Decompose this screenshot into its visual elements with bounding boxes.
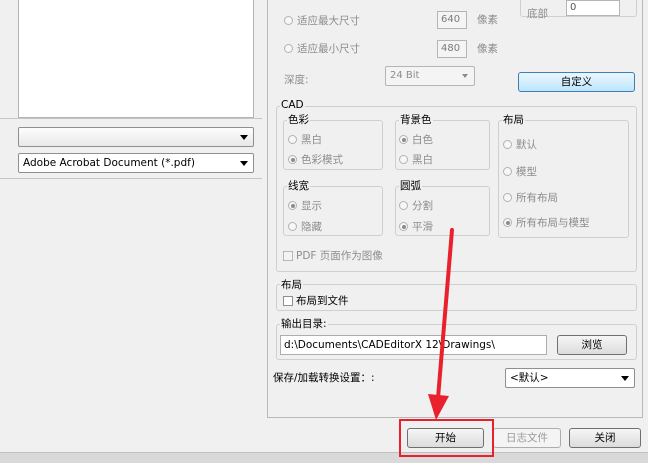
browse-button[interactable]: 浏览 (557, 335, 627, 355)
linewidth-show-label: 显示 (301, 200, 322, 212)
radio-dot-selected (399, 222, 408, 231)
layout-default-radio[interactable]: 默认 (503, 137, 537, 152)
pdf-as-image-label: PDF 页面作为图像 (296, 250, 383, 262)
close-button[interactable]: 关闭 (569, 428, 641, 448)
cad-layout-title: 布局 (502, 114, 525, 126)
fit-min-radio[interactable]: 适应最小尺寸 (284, 41, 360, 56)
checkbox-box (283, 250, 293, 261)
chevron-down-icon (462, 74, 468, 78)
arc-title: 圆弧 (399, 180, 422, 192)
arc-split-radio[interactable]: 分割 (399, 198, 433, 213)
bg-white-radio[interactable]: 白色 (399, 132, 433, 147)
chevron-down-icon (240, 135, 248, 140)
color-bw-radio[interactable]: 黑白 (288, 132, 322, 147)
start-highlight-box (399, 419, 494, 457)
radio-dot (503, 193, 512, 202)
layout-all-label: 所有布局 (516, 192, 558, 204)
linewidth-hide-radio[interactable]: 隐藏 (288, 219, 322, 234)
left-divider (0, 118, 262, 119)
fit-min-label: 适应最小尺寸 (297, 43, 360, 55)
fit-max-input[interactable]: 640 (437, 11, 467, 29)
linewidth-show-radio[interactable]: 显示 (288, 198, 322, 213)
chevron-down-icon (240, 161, 248, 166)
format-combo[interactable] (18, 127, 254, 147)
depth-value: 24 Bit (390, 70, 420, 81)
file-type-value: Adobe Acrobat Document (*.pdf) (23, 157, 195, 169)
color-bw-label: 黑白 (301, 134, 322, 146)
layout-to-file-checkbox[interactable]: 布局到文件 (283, 293, 349, 308)
radio-dot (288, 222, 297, 231)
color-mode-radio[interactable]: 色彩模式 (288, 152, 343, 167)
bg-bw-label: 黑白 (412, 154, 433, 166)
output-label: 输出目录: (280, 318, 328, 330)
fit-min-input[interactable]: 480 (437, 40, 467, 58)
color-mode-label: 色彩模式 (301, 154, 343, 166)
radio-dot (503, 167, 512, 176)
layout-all-model-label: 所有布局与模型 (516, 217, 590, 229)
bottom-label: 底部 (527, 8, 548, 20)
radio-dot-selected (503, 218, 512, 227)
log-file-button[interactable]: 日志文件 (493, 428, 561, 448)
radio-dot-selected (288, 155, 297, 164)
save-load-value: <默认> (510, 372, 549, 384)
background-title: 背景色 (399, 114, 433, 126)
layout-group-title: 布局 (280, 279, 303, 291)
radio-dot (399, 155, 408, 164)
file-type-combo[interactable]: Adobe Acrobat Document (*.pdf) (18, 153, 254, 173)
radio-dot-selected (399, 135, 408, 144)
radio-dot (288, 135, 297, 144)
layout-to-file-label: 布局到文件 (296, 295, 349, 307)
cad-title: CAD (280, 99, 305, 111)
depth-combo[interactable]: 24 Bit (385, 66, 475, 86)
radio-dot (503, 140, 512, 149)
bg-white-label: 白色 (412, 134, 433, 146)
fit-max-radio[interactable]: 适应最大尺寸 (284, 13, 360, 28)
layout-model-label: 模型 (516, 166, 537, 178)
bottom-input[interactable]: 0 (566, 0, 620, 16)
output-path-input[interactable]: d:\Documents\CADEditorX 12\Drawings\ (280, 335, 547, 355)
layout-default-label: 默认 (516, 139, 537, 151)
custom-button[interactable]: 自定义 (518, 72, 635, 92)
annotation-arrow-head (428, 394, 449, 420)
pixel-unit-1: 像素 (477, 14, 498, 26)
chevron-down-icon (621, 376, 629, 381)
annotation-arrow-shaft (436, 228, 454, 400)
pdf-as-image-checkbox[interactable]: PDF 页面作为图像 (283, 248, 383, 263)
arc-split-label: 分割 (412, 200, 433, 212)
fit-max-label: 适应最大尺寸 (297, 15, 360, 27)
pixel-unit-2: 像素 (477, 43, 498, 55)
radio-dot (399, 201, 408, 210)
preview-area (18, 0, 254, 118)
color-title: 色彩 (287, 114, 310, 126)
layout-all-radio[interactable]: 所有布局 (503, 190, 558, 205)
depth-label: 深度: (284, 74, 309, 86)
checkbox-box (283, 295, 293, 306)
layout-all-model-radio[interactable]: 所有布局与模型 (503, 215, 590, 230)
annotation-arrow-icon (428, 228, 454, 420)
radio-dot-selected (288, 201, 297, 210)
linewidth-hide-label: 隐藏 (301, 221, 322, 233)
linewidth-title: 线宽 (287, 180, 310, 192)
save-load-label: 保存/加载转换设置：: (273, 372, 375, 384)
layout-model-radio[interactable]: 模型 (503, 164, 537, 179)
radio-dot (284, 44, 293, 53)
left-divider-2 (0, 178, 262, 179)
status-strip (0, 452, 648, 463)
bg-bw-radio[interactable]: 黑白 (399, 152, 433, 167)
radio-dot (284, 16, 293, 25)
save-load-combo[interactable]: <默认> (505, 368, 635, 388)
